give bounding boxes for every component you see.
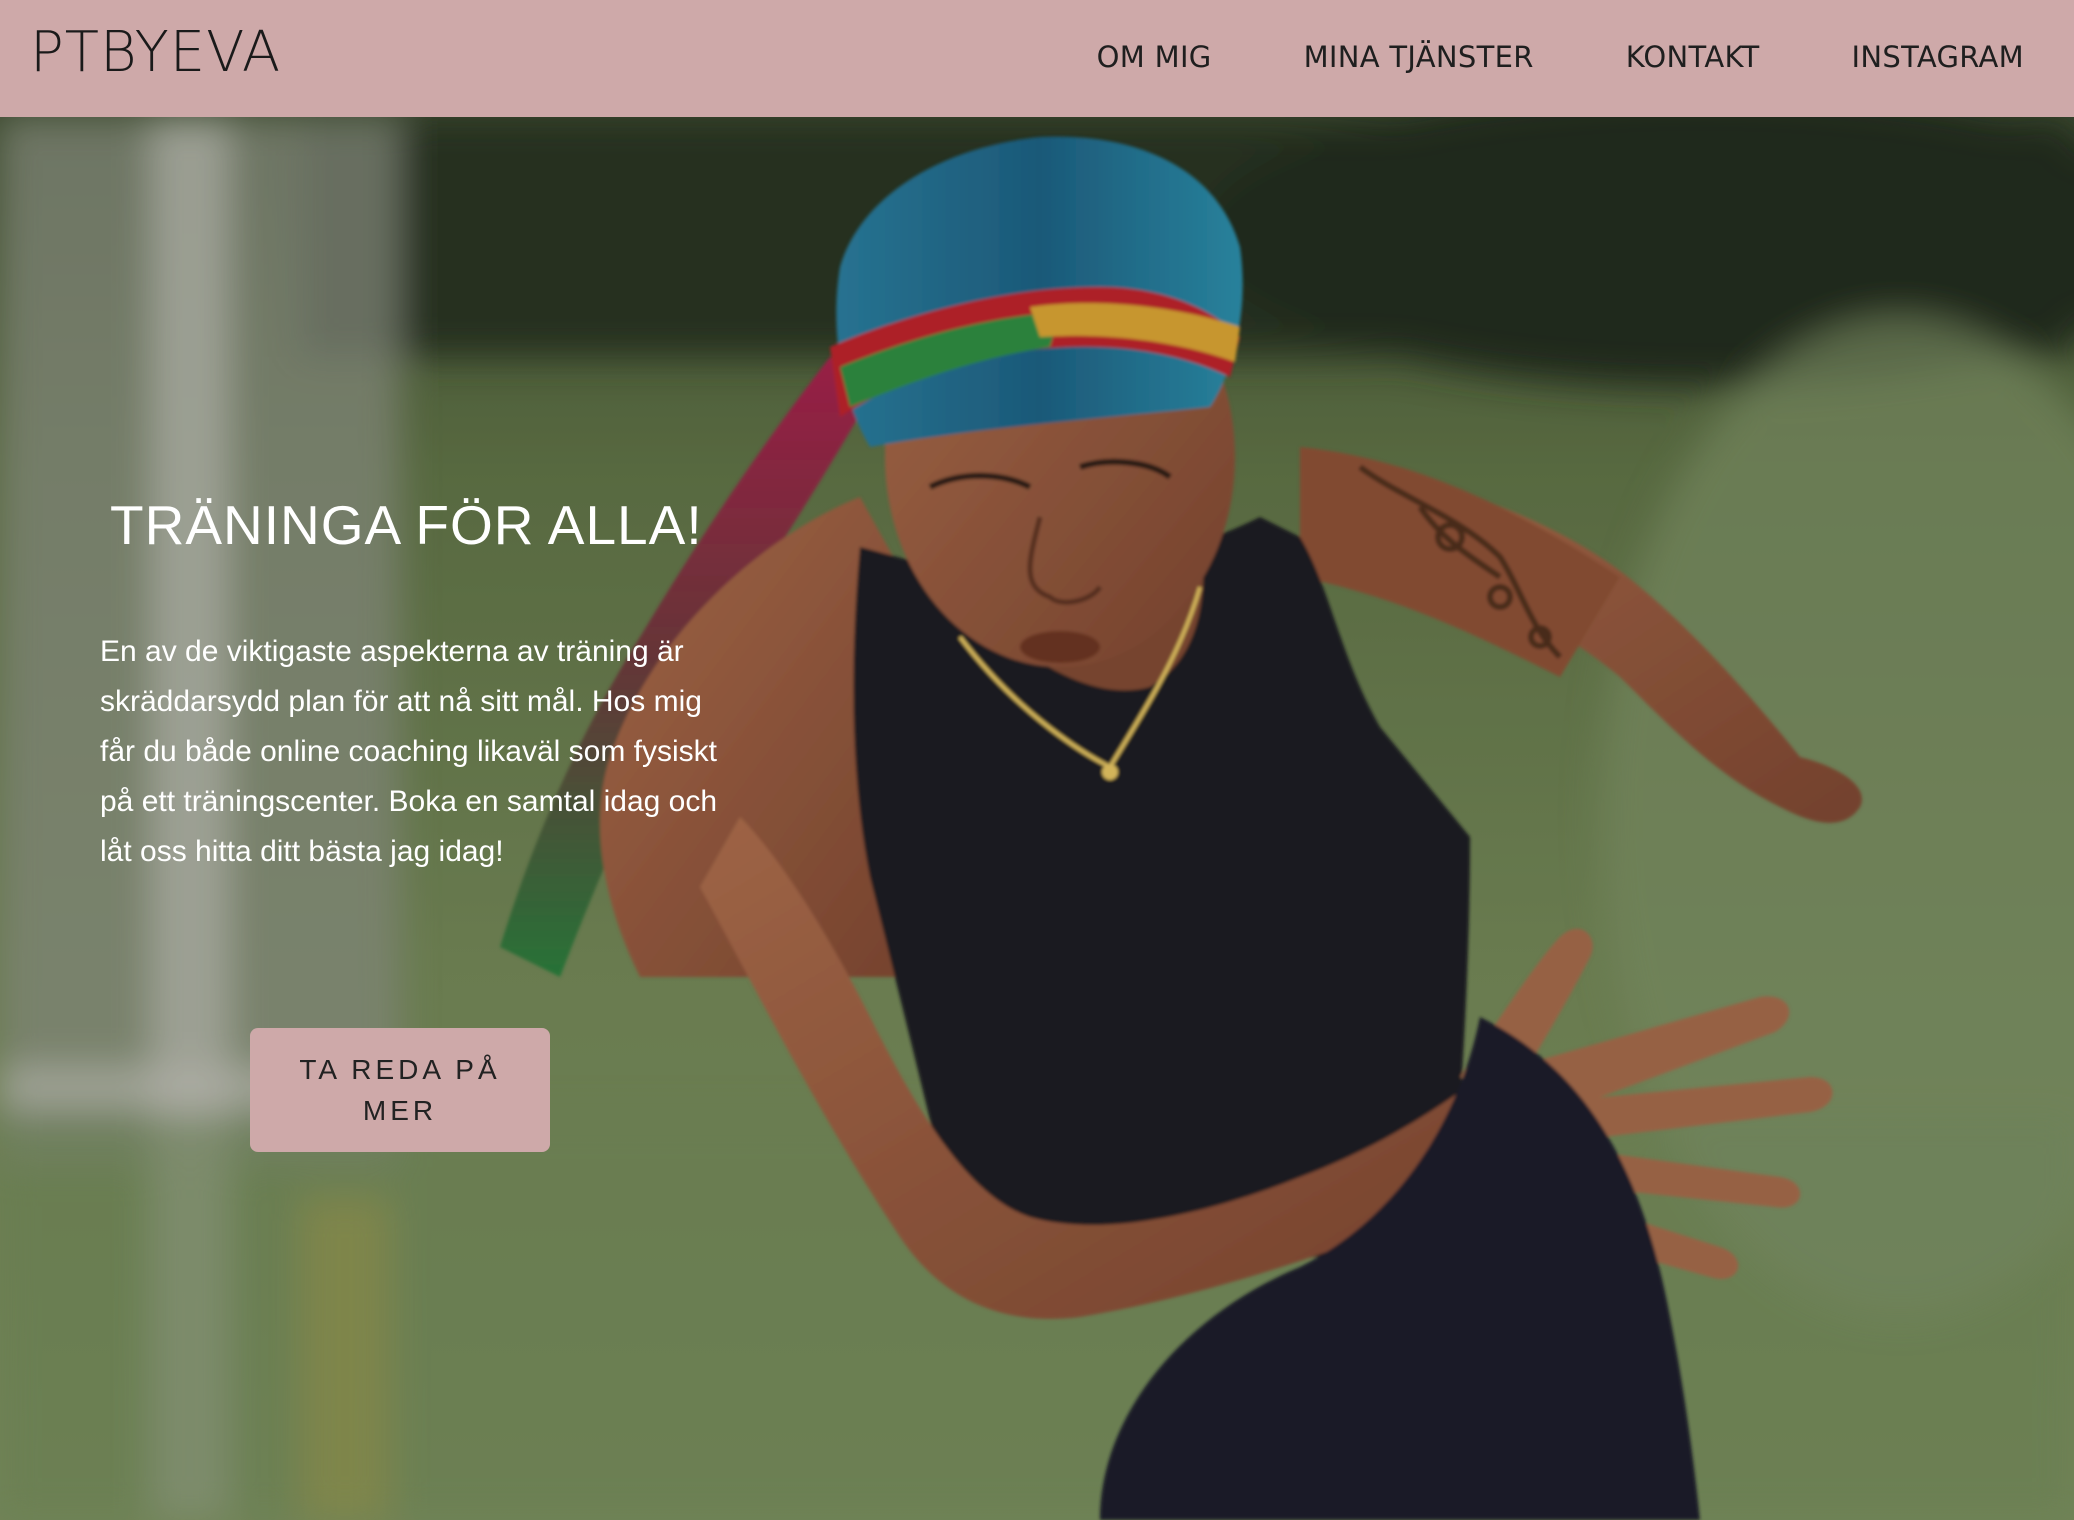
hero-description: En av de viktigaste aspekterna av tränin… — [100, 635, 718, 868]
hero-title: TRÄNINGA FÖR ALLA! — [110, 494, 703, 556]
hero-section: TRÄNINGA FÖR ALLA! En av de viktigaste a… — [0, 117, 2074, 1520]
nav-item-mina-tjanster[interactable]: MINA TJÄNSTER — [1304, 41, 1534, 74]
main-nav: OM MIG MINA TJÄNSTER KONTAKT INSTAGRAM — [1005, 41, 2024, 74]
site-header: PTBYEVA OM MIG MINA TJÄNSTER KONTAKT INS… — [0, 0, 2074, 117]
nav-item-kontakt[interactable]: KONTAKT — [1626, 41, 1760, 74]
nav-item-om-mig[interactable]: OM MIG — [1097, 41, 1212, 74]
nav-item-instagram[interactable]: INSTAGRAM — [1852, 41, 2024, 74]
site-logo[interactable]: PTBYEVA — [30, 22, 281, 84]
page: PTBYEVA OM MIG MINA TJÄNSTER KONTAKT INS… — [0, 0, 2074, 1520]
learn-more-button[interactable]: TA REDA PÅ MER — [250, 1028, 550, 1152]
